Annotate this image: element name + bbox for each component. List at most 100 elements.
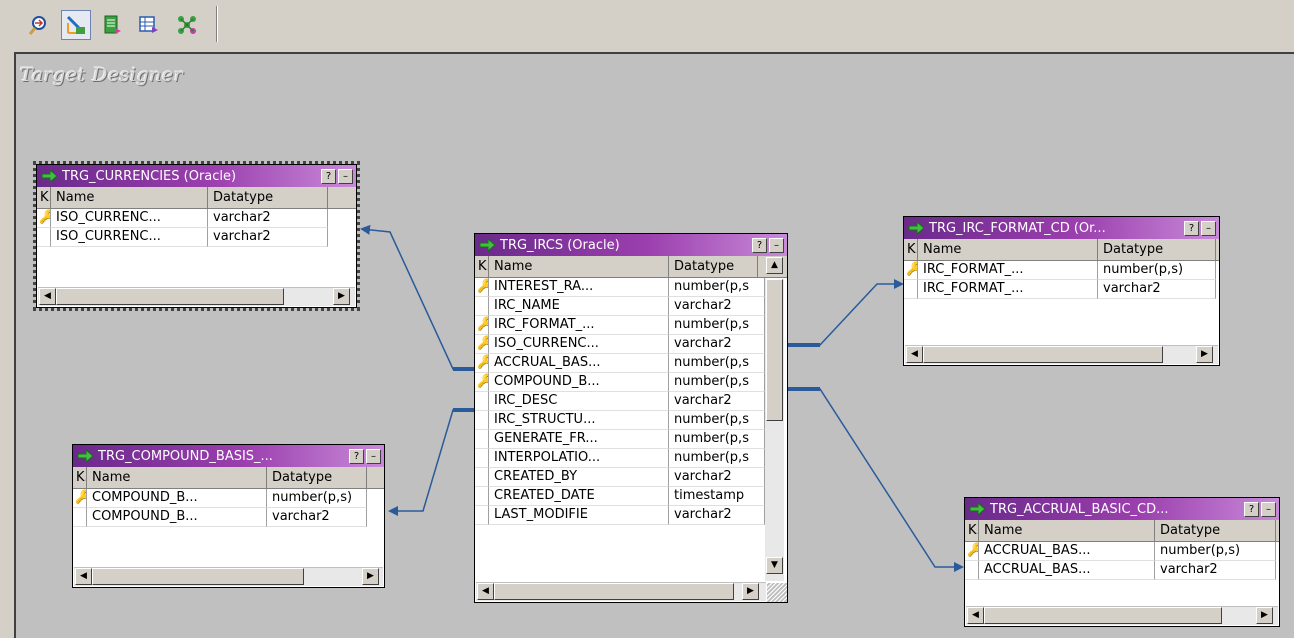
scrollbar-thumb[interactable]: [923, 346, 1163, 363]
table-row[interactable]: ISO_CURRENC... varchar2: [37, 228, 356, 247]
table-row[interactable]: 🔑 ACCRUAL_BAS... number(p,s): [965, 542, 1279, 561]
key-column-header[interactable]: K.: [37, 187, 51, 208]
scroll-left-button[interactable]: ◀: [39, 288, 56, 305]
table-title: TRG_IRCS (Oracle): [500, 237, 620, 253]
table-row[interactable]: ACCRUAL_BAS... varchar2: [965, 561, 1279, 580]
table-row[interactable]: IRC_DESC varchar2: [475, 392, 787, 411]
column-header: K. Name Datatype: [37, 187, 356, 209]
scrollbar-thumb[interactable]: [92, 568, 304, 585]
table-row[interactable]: 🔑 COMPOUND_B... number(p,s): [73, 489, 384, 508]
column-name: IRC_STRUCTU...: [489, 411, 669, 430]
column-header: K. Name Datatype: [73, 467, 384, 489]
name-column-header[interactable]: Name: [87, 467, 267, 488]
table-row[interactable]: 🔑ISO_CURRENC...varchar2: [475, 335, 787, 354]
key-cell: [475, 297, 489, 316]
table-row[interactable]: CREATED_BY varchar2: [475, 468, 787, 487]
datatype-column-header[interactable]: Datatype: [208, 187, 328, 208]
key-column-header[interactable]: K.: [904, 239, 918, 260]
horizontal-scrollbar[interactable]: ◀ ▶: [476, 582, 766, 601]
key-cell: [475, 392, 489, 411]
scrollbar-thumb[interactable]: [494, 583, 734, 600]
scrollbar-thumb[interactable]: [984, 607, 1222, 624]
help-button[interactable]: ?: [1244, 501, 1259, 517]
key-column-header[interactable]: K.: [73, 467, 87, 488]
scroll-right-button[interactable]: ▶: [333, 288, 350, 305]
name-column-header[interactable]: Name: [918, 239, 1098, 260]
table-row[interactable]: LAST_MODIFIE varchar2: [475, 506, 787, 525]
datatype-column-header[interactable]: Datatype: [669, 256, 758, 277]
horizontal-scrollbar[interactable]: ◀ ▶: [905, 345, 1218, 364]
table-trg-compound-basis[interactable]: TRG_COMPOUND_BASIS_... ? – K. Name Datat…: [72, 444, 385, 588]
table-row[interactable]: IRC_NAME varchar2: [475, 297, 787, 316]
table-trg-currencies[interactable]: TRG_CURRENCIES (Oracle) ? – K. Name Data…: [33, 161, 360, 311]
resize-grip[interactable]: [767, 583, 787, 602]
link-accrual-basic: [787, 387, 964, 572]
key-column-header[interactable]: K.: [965, 520, 979, 541]
table-trg-accrual-basic-cd[interactable]: TRG_ACCRUAL_BASIC_CD... ? – K. Name Data…: [964, 497, 1280, 627]
horizontal-scrollbar[interactable]: ◀ ▶: [966, 606, 1278, 625]
table-row[interactable]: 🔑ACCRUAL_BAS...number(p,s: [475, 354, 787, 373]
scroll-left-button[interactable]: ◀: [906, 346, 923, 363]
datatype-column-header[interactable]: Datatype: [1098, 239, 1216, 260]
primary-key-icon: 🔑: [477, 335, 488, 353]
scroll-right-button[interactable]: ▶: [1256, 607, 1273, 624]
column-datatype: number(p,s): [267, 489, 367, 508]
target-table-icon: [41, 169, 57, 183]
table-row[interactable]: 🔑COMPOUND_B...number(p,s: [475, 373, 787, 392]
table-title-bar[interactable]: TRG_IRCS (Oracle) ? –: [475, 234, 787, 256]
help-button[interactable]: ?: [752, 237, 767, 253]
table-row[interactable]: GENERATE_FR... number(p,s: [475, 430, 787, 449]
horizontal-scrollbar[interactable]: ◀ ▶: [38, 287, 355, 306]
scroll-left-button[interactable]: ◀: [477, 583, 494, 600]
column-datatype: varchar2: [1155, 561, 1276, 580]
name-column-header[interactable]: Name: [489, 256, 669, 277]
column-datatype: varchar2: [669, 335, 765, 354]
table-title-bar[interactable]: TRG_ACCRUAL_BASIC_CD... ? –: [965, 498, 1279, 520]
minimize-button[interactable]: –: [338, 168, 353, 184]
horizontal-scrollbar[interactable]: ◀ ▶: [74, 567, 383, 586]
scroll-up-button[interactable]: ▲: [766, 257, 783, 274]
datatype-column-header[interactable]: Datatype: [267, 467, 367, 488]
scroll-right-button[interactable]: ▶: [742, 583, 759, 600]
help-button[interactable]: ?: [1184, 220, 1199, 236]
column-name: IRC_FORMAT_...: [918, 280, 1098, 299]
minimize-button[interactable]: –: [1261, 501, 1276, 517]
table-row[interactable]: IRC_STRUCTU... number(p,s: [475, 411, 787, 430]
table-row[interactable]: 🔑 IRC_FORMAT_... number(p,s): [904, 261, 1219, 280]
table-row[interactable]: 🔑 ISO_CURRENC... varchar2: [37, 209, 356, 228]
table-row[interactable]: IRC_FORMAT_... varchar2: [904, 280, 1219, 299]
key-cell: [475, 411, 489, 430]
table-trg-ircs[interactable]: TRG_IRCS (Oracle) ? – K. Name Datatype 🔑…: [474, 233, 788, 603]
minimize-button[interactable]: –: [769, 237, 784, 253]
scroll-right-button[interactable]: ▶: [362, 568, 379, 585]
key-column-header[interactable]: K.: [475, 256, 489, 277]
help-button[interactable]: ?: [321, 168, 336, 184]
column-datatype: number(p,s: [669, 430, 765, 449]
table-row[interactable]: INTERPOLATIO... number(p,s: [475, 449, 787, 468]
datatype-column-header[interactable]: Datatype: [1155, 520, 1276, 541]
scroll-left-button[interactable]: ◀: [75, 568, 92, 585]
help-button[interactable]: ?: [349, 448, 364, 464]
minimize-button[interactable]: –: [1201, 220, 1216, 236]
column-name: IRC_DESC: [489, 392, 669, 411]
name-column-header[interactable]: Name: [979, 520, 1155, 541]
table-row[interactable]: 🔑IRC_FORMAT_...number(p,s: [475, 316, 787, 335]
table-title-bar[interactable]: TRG_IRC_FORMAT_CD (Or... ? –: [904, 217, 1219, 239]
key-cell: 🔑: [475, 373, 489, 392]
vertical-scrollbar[interactable]: ▲ ▼: [765, 257, 784, 581]
scroll-right-button[interactable]: ▶: [1196, 346, 1213, 363]
scroll-down-button[interactable]: ▼: [766, 557, 783, 574]
target-table-icon: [77, 449, 93, 463]
table-trg-irc-format-cd[interactable]: TRG_IRC_FORMAT_CD (Or... ? – K. Name Dat…: [903, 216, 1220, 366]
name-column-header[interactable]: Name: [51, 187, 208, 208]
scrollbar-thumb[interactable]: [56, 288, 284, 305]
column-name: IRC_FORMAT_...: [489, 316, 669, 335]
table-row[interactable]: COMPOUND_B... varchar2: [73, 508, 384, 527]
table-title-bar[interactable]: TRG_COMPOUND_BASIS_... ? –: [73, 445, 384, 467]
table-row[interactable]: CREATED_DATE timestamp: [475, 487, 787, 506]
minimize-button[interactable]: –: [366, 448, 381, 464]
scrollbar-thumb[interactable]: [766, 279, 783, 421]
table-title-bar[interactable]: TRG_CURRENCIES (Oracle) ? –: [37, 165, 356, 187]
table-row[interactable]: 🔑INTEREST_RA...number(p,s: [475, 278, 787, 297]
scroll-left-button[interactable]: ◀: [967, 607, 984, 624]
